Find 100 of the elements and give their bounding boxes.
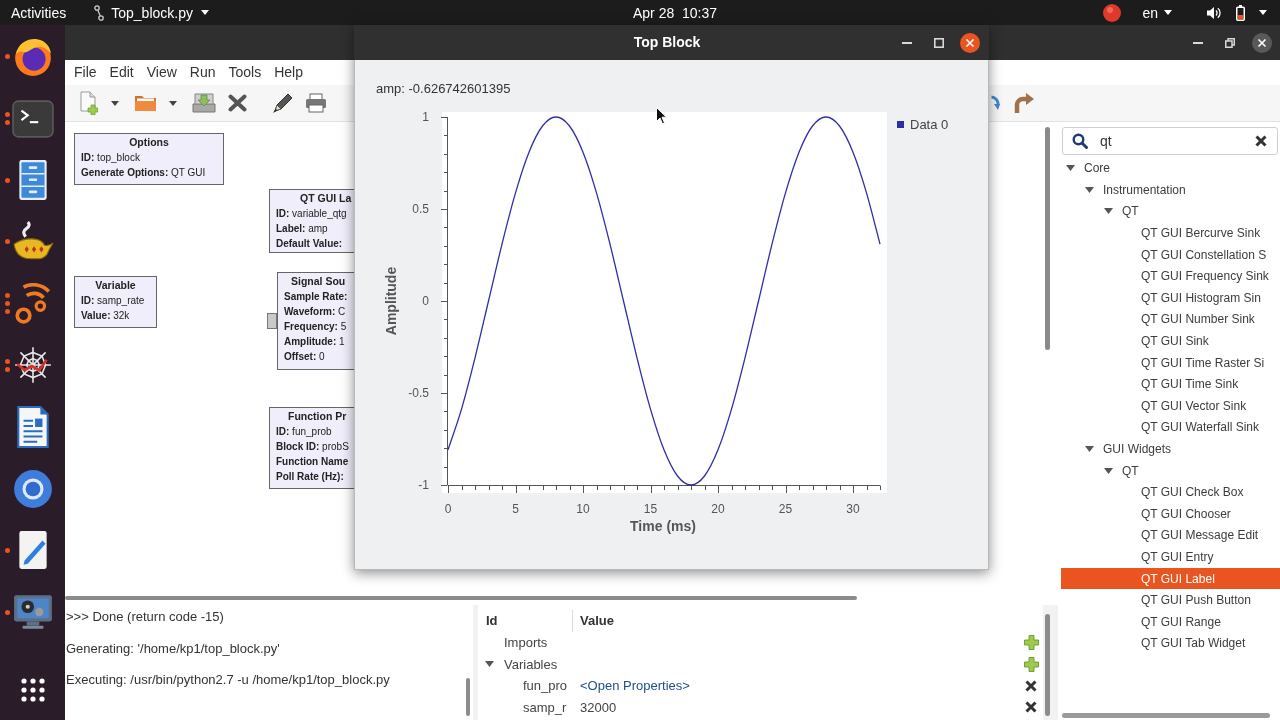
tree-item[interactable]: QT GUI Histogram Sin	[1141, 287, 1261, 309]
tree-item[interactable]: QT GUI Entry	[1141, 546, 1214, 568]
clock[interactable]: Apr 28 10:37	[633, 3, 718, 22]
menu-item[interactable]: File	[74, 62, 97, 83]
scrollbar[interactable]	[1045, 614, 1050, 716]
scrollbar[interactable]	[1062, 713, 1270, 718]
block-parameter: ID: top_block	[81, 151, 141, 165]
ring-icon[interactable]	[11, 467, 54, 510]
tree-item[interactable]: QT GUI Tab Widget	[1141, 632, 1246, 655]
column-header[interactable]: Value	[573, 611, 614, 631]
expander-icon[interactable]	[485, 661, 494, 668]
clear-icon[interactable]	[1255, 135, 1267, 147]
printer-icon[interactable]	[305, 93, 327, 113]
tree-item[interactable]: QT GUI Range	[1141, 610, 1221, 633]
save-icon[interactable]	[192, 93, 216, 113]
terminal-icon[interactable]	[11, 97, 54, 140]
close-icon[interactable]	[1252, 32, 1272, 53]
tree-item[interactable]: QT GUI Bercurve Sink	[1141, 222, 1261, 244]
tree-item[interactable]: QT GUI Frequency Sink	[1141, 265, 1269, 288]
arc-arrow-icon[interactable]	[990, 95, 1000, 111]
x-tick-label: 30	[846, 502, 860, 516]
nodes-icon	[94, 4, 105, 21]
menu-item[interactable]: View	[146, 62, 177, 83]
flowgraph-block[interactable]: QT GUI La ID: variable_qtg Label: amp Default Value:	[269, 189, 354, 253]
flowgraph-block[interactable]: Options ID: top_block Generate Options: QT GUI	[74, 133, 224, 185]
expander-icon[interactable]	[1066, 165, 1075, 172]
block-port[interactable]	[267, 313, 277, 329]
close-icon[interactable]	[228, 94, 247, 112]
tree-item[interactable]: Imports	[504, 633, 548, 653]
add-icon[interactable]	[1024, 635, 1039, 651]
tree-item[interactable]: QT GUI Vector Sink	[1141, 395, 1247, 417]
tree-item[interactable]: QT GUI Waterfall Sink	[1141, 416, 1260, 439]
tree-item[interactable]: Instrumentation	[1085, 179, 1186, 201]
caret-icon[interactable]	[1259, 10, 1267, 15]
block-parameter: Label: amp	[276, 222, 329, 236]
flowgraph-block[interactable]: Variable ID: samp_rate Value: 32k	[74, 276, 157, 328]
app-menu[interactable]: Top_block.py	[94, 3, 209, 22]
curved-arrow-icon[interactable]	[1013, 92, 1035, 114]
block-parameter: Generate Options: QT GUI	[81, 166, 207, 180]
tree-item[interactable]: QT GUI Constellation S	[1141, 243, 1267, 266]
column-header[interactable]: Id	[478, 610, 573, 632]
scrollbar[interactable]	[1045, 127, 1050, 350]
minimize-icon[interactable]	[1193, 41, 1203, 44]
status-dot-icon[interactable]	[1103, 3, 1122, 22]
expander-icon[interactable]	[1085, 186, 1094, 193]
mouse-pointer-icon	[656, 107, 667, 125]
menu-item[interactable]: Edit	[109, 62, 134, 83]
battery-icon[interactable]	[1236, 4, 1245, 21]
remove-icon[interactable]	[1025, 701, 1037, 714]
maximize-icon[interactable]	[934, 37, 944, 48]
block-parameter: Poll Rate (Hz):	[276, 470, 345, 484]
minimize-icon[interactable]	[902, 41, 912, 44]
properties-link[interactable]: <Open Properties>	[580, 676, 690, 696]
menu-item[interactable]: Tools	[228, 62, 262, 83]
console-line: Generating: '/home/kp1/top_block.py'	[66, 640, 281, 657]
restore-icon[interactable]	[1225, 37, 1235, 48]
expander-icon[interactable]	[1104, 208, 1113, 215]
tree-item[interactable]: QT GUI Number Sink	[1141, 308, 1255, 331]
flowgraph-block[interactable]: Function Pr ID: fun_prob Block ID: probS Function Name Poll Rate (Hz):	[269, 407, 354, 489]
tree-item[interactable]: QT GUI Check Box	[1141, 481, 1244, 503]
tree-item[interactable]: Variables	[485, 654, 558, 674]
x-tick-label: 10	[576, 502, 590, 516]
menu-item[interactable]: Run	[189, 62, 216, 83]
folder-icon[interactable]	[134, 94, 157, 112]
expander-icon[interactable]	[1104, 467, 1113, 474]
caret-icon[interactable]	[169, 100, 177, 106]
tree-item[interactable]: Core	[1066, 157, 1110, 180]
block-parameter: Frequency: 5	[284, 320, 348, 334]
expander-icon[interactable]	[1085, 446, 1094, 452]
scrollbar[interactable]	[466, 678, 470, 716]
variable-id[interactable]: samp_r	[523, 697, 580, 717]
block-parameter: Sample Rate:	[284, 290, 349, 304]
caret-icon[interactable]	[111, 100, 119, 106]
tree-item[interactable]: GUI Widgets	[1085, 438, 1171, 460]
remove-icon[interactable]	[1025, 679, 1037, 692]
tree-item[interactable]: QT GUI Time Raster Si	[1141, 351, 1265, 374]
menu-item[interactable]: Help	[274, 62, 303, 83]
speaker-icon[interactable]	[1207, 5, 1221, 20]
search-field[interactable]: qt	[1062, 127, 1278, 155]
x-axis-title: Time (ms)	[630, 518, 696, 534]
tree-item[interactable]: QT GUI Push Button	[1141, 589, 1251, 611]
block-parameter: ID: samp_rate	[81, 294, 146, 308]
pencil-icon[interactable]	[272, 92, 293, 114]
tree-item[interactable]: QT GUI Time Sink	[1141, 373, 1239, 396]
flowgraph-block[interactable]: Signal Sou Sample Rate: Waveform: C Frequency: 5 Amplitude: 1 Offset: 0	[277, 272, 354, 370]
app-grid-icon[interactable]	[20, 678, 45, 702]
tree-item[interactable]: QT GUI Sink	[1141, 330, 1209, 352]
scrollbar[interactable]	[65, 596, 857, 600]
add-icon[interactable]	[1024, 656, 1039, 672]
tree-item[interactable]: QT GUI Label	[1061, 567, 1280, 590]
variable-value: 32000	[580, 698, 617, 717]
tree-item[interactable]: QT GUI Chooser	[1141, 503, 1231, 525]
variable-id[interactable]: fun_pro	[523, 676, 580, 696]
keyboard-layout-menu[interactable]: en	[1142, 3, 1172, 22]
tree-item[interactable]: QT	[1104, 459, 1139, 482]
tree-item[interactable]: QT	[1104, 200, 1139, 223]
activities-button[interactable]: Activities	[11, 3, 67, 22]
close-icon[interactable]	[960, 32, 980, 53]
tree-item[interactable]: QT GUI Message Edit	[1141, 524, 1259, 547]
value-label: amp: -0.626742601395	[376, 82, 512, 96]
